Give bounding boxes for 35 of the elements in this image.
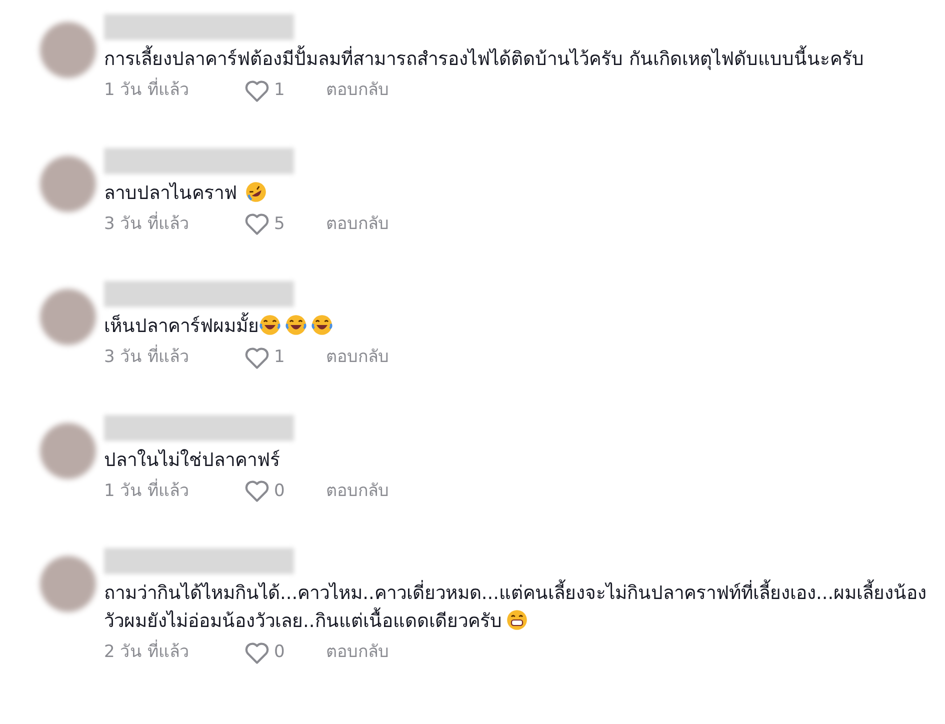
- comment-time: 3 วัน ที่แล้ว: [104, 212, 191, 236]
- reply-button[interactable]: ตอบกลับ: [326, 640, 389, 666]
- comment-time: 3 วัน ที่แล้ว: [104, 345, 244, 370]
- reply-button[interactable]: ตอบกลับ: [326, 478, 389, 504]
- comment-time: 2 วัน ที่แล้ว: [104, 640, 244, 666]
- comment-text: ปลาในไม่ใช่ปลาคาฟร์: [104, 448, 281, 472]
- reply-button[interactable]: ตอบกลับ: [326, 78, 389, 104]
- avatar-blurred: [40, 289, 96, 345]
- comment-text: เห็นปลาคาร์ฟผมมั้ย: [104, 313, 389, 341]
- heart-icon[interactable]: [244, 212, 270, 236]
- like-count: 1: [273, 346, 286, 369]
- comment-text: ลาบปลาไนคราฟ: [104, 180, 389, 208]
- avatar-blurred: [40, 156, 96, 212]
- avatar-blurred: [40, 22, 96, 78]
- like-count: 0: [273, 641, 286, 664]
- heart-icon[interactable]: [244, 78, 270, 103]
- like-count: 1: [273, 79, 286, 102]
- laughing-tears-emoji-icon: [311, 314, 333, 336]
- comment-text: การเลี้ยงปลาคาร์ฟต้องมีปั้มลมที่สามารถสำรองไฟได้ติดบ้านไว้ครับ กันเกิดเหตุไฟดับแบบนี้นะครับ: [104, 46, 866, 74]
- like-count: 0: [273, 480, 286, 502]
- laughing-tears-emoji-icon: [259, 314, 281, 336]
- comment-text: ถามว่ากินได้ไหมกินได้...คาวไหม..คาวเดี่ยวหมด...แต่คนเลี้ยงจะไม่กินปลาคราฟท์ที่เลี้ยงเอง...ผมเลี้ยงน้องวัวผมยังไม่อ่อมน้องวัวเลย..กินแต่เนื้อแดดเดียวครับ: [104, 580, 931, 636]
- avatar-blurred: [40, 422, 96, 478]
- heart-icon[interactable]: [244, 640, 270, 665]
- reply-button[interactable]: ตอบกลับ: [326, 345, 389, 370]
- like-count: 5: [273, 212, 286, 236]
- reply-button[interactable]: ตอบกลับ: [326, 212, 389, 237]
- heart-icon[interactable]: [244, 479, 270, 504]
- heart-icon[interactable]: [244, 346, 270, 370]
- comment-time: 1 วัน ที่แล้ว: [104, 478, 191, 502]
- avatar-blurred: [40, 556, 96, 612]
- rolling-laugh-emoji-icon: [245, 180, 267, 202]
- laughing-tears-emoji-icon: [285, 314, 307, 336]
- grinning-emoji-icon: [506, 609, 528, 631]
- comment-time: 1 วัน ที่แล้ว: [104, 78, 244, 104]
